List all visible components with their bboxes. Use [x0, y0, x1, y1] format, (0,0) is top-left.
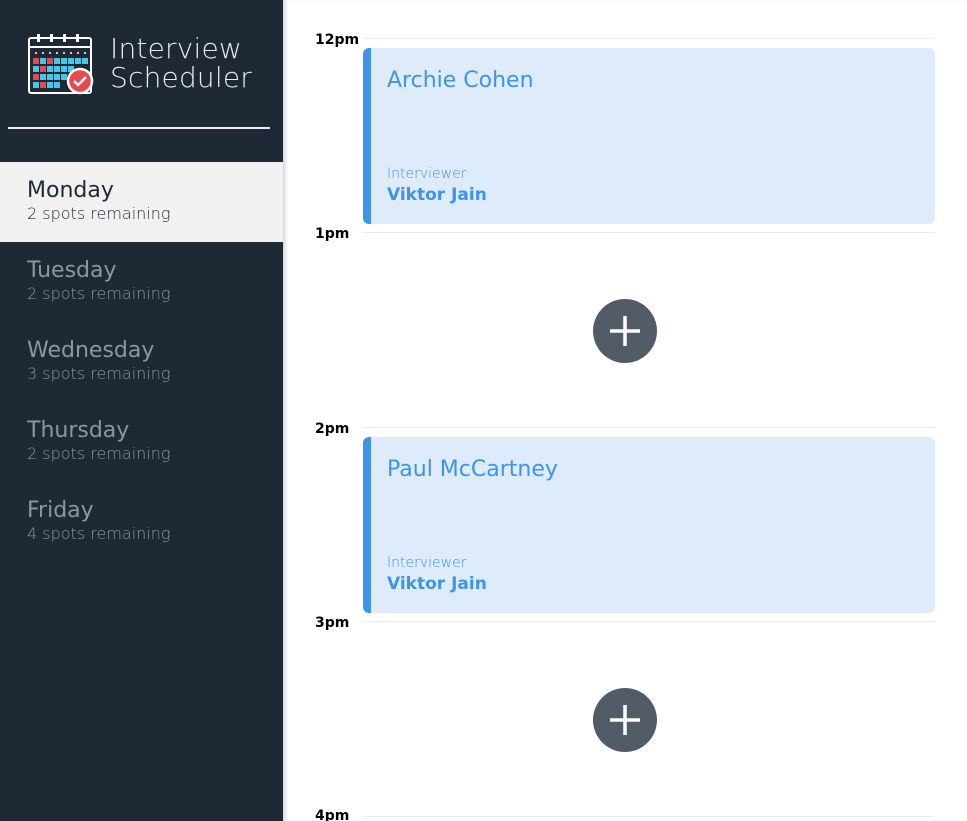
plus-icon — [610, 705, 640, 735]
day-item-thursday[interactable]: Thursday 2 spots remaining — [0, 402, 283, 482]
slot-separator — [363, 232, 935, 233]
slot-separator — [363, 427, 935, 428]
day-spots: 2 spots remaining — [27, 204, 171, 223]
slot-time-label: 4pm — [315, 808, 350, 821]
day-list: Monday 2 spots remaining Tuesday 2 spots… — [0, 162, 283, 562]
interviewer-label: Interviewer — [387, 555, 467, 571]
slot-separator — [363, 816, 935, 817]
schedule: 12pm Archie Cohen Interviewer Viktor Jai… — [283, 0, 967, 821]
app-title-line1: Interview — [110, 32, 242, 65]
appointment-card[interactable]: Archie Cohen Interviewer Viktor Jain — [363, 48, 935, 224]
day-spots: 4 spots remaining — [27, 524, 171, 543]
sidebar-divider — [8, 127, 270, 129]
day-name: Friday — [27, 498, 94, 523]
app-title: Interview Scheduler — [110, 34, 252, 92]
slot-time-label: 12pm — [315, 32, 360, 48]
add-appointment-button[interactable] — [593, 688, 657, 752]
day-name: Thursday — [27, 418, 130, 443]
day-name: Tuesday — [27, 258, 117, 283]
slot-time-label: 2pm — [315, 421, 350, 437]
student-name: Archie Cohen — [387, 68, 534, 93]
interviewer-name: Viktor Jain — [387, 185, 487, 205]
brand: Interview Scheduler — [28, 34, 273, 96]
interviewer-label: Interviewer — [387, 166, 467, 182]
interviewer-name: Viktor Jain — [387, 574, 487, 594]
sidebar: Interview Scheduler Monday 2 spots remai… — [0, 0, 283, 821]
day-spots: 2 spots remaining — [27, 284, 171, 303]
day-spots: 2 spots remaining — [27, 444, 171, 463]
day-item-wednesday[interactable]: Wednesday 3 spots remaining — [0, 322, 283, 402]
appointment-card[interactable]: Paul McCartney Interviewer Viktor Jain — [363, 437, 935, 613]
day-item-monday[interactable]: Monday 2 spots remaining — [0, 162, 283, 242]
day-name: Monday — [27, 178, 114, 203]
app-title-line2: Scheduler — [110, 61, 252, 94]
student-name: Paul McCartney — [387, 457, 558, 482]
plus-icon — [610, 316, 640, 346]
slot-separator — [363, 621, 935, 622]
calendar-check-icon — [28, 34, 94, 95]
add-appointment-button[interactable] — [593, 299, 657, 363]
day-item-tuesday[interactable]: Tuesday 2 spots remaining — [0, 242, 283, 322]
slot-separator — [363, 38, 935, 39]
day-name: Wednesday — [27, 338, 155, 363]
day-item-friday[interactable]: Friday 4 spots remaining — [0, 482, 283, 562]
slot-time-label: 1pm — [315, 226, 350, 242]
slot-time-label: 3pm — [315, 615, 350, 631]
day-spots: 3 spots remaining — [27, 364, 171, 383]
